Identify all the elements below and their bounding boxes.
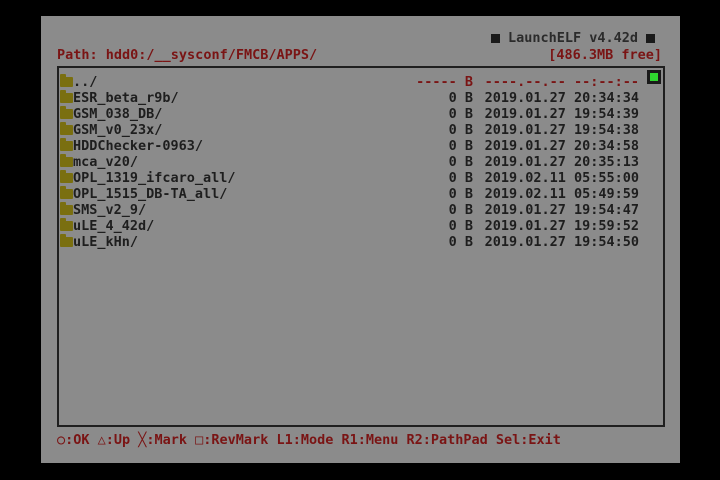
file-date: 2019.01.27 19:54:38 [484, 122, 639, 138]
scroll-indicator-dot [650, 73, 658, 81]
file-date: 2019.01.27 19:54:39 [484, 106, 639, 122]
folder-icon [60, 186, 73, 199]
file-date: 2019.02.11 05:49:59 [484, 186, 639, 202]
file-row[interactable]: OPL_1515_DB-TA_all/0 B 2019.02.11 05:49:5… [59, 186, 663, 202]
file-size: 0 B [448, 202, 473, 218]
file-row[interactable]: GSM_v0_23x/0 B 2019.01.27 19:54:38 [59, 122, 663, 138]
file-row[interactable]: GSM_038_DB/0 B 2019.01.27 19:54:39 [59, 106, 663, 122]
folder-icon [60, 202, 73, 215]
folder-icon [60, 234, 73, 247]
folder-icon [60, 218, 73, 231]
file-name: mca_v20/ [73, 154, 139, 170]
folder-icon [60, 106, 73, 119]
launchelf-screen: LaunchELF v4.42d Path: hdd0:/__sysconf/F… [41, 16, 680, 463]
file-name: OPL_1319_ifcaro_all/ [73, 170, 236, 186]
file-name: HDDChecker-0963/ [73, 138, 204, 154]
file-date: 2019.01.27 19:54:47 [484, 202, 639, 218]
title-right-square-icon [646, 33, 656, 43]
file-row[interactable]: HDDChecker-0963/0 B 2019.01.27 20:34:58 [59, 138, 663, 154]
file-name: ../ [73, 74, 98, 90]
file-name: OPL_1515_DB-TA_all/ [73, 186, 228, 202]
file-date: ----.--.-- --:--:-- [484, 74, 639, 90]
file-row[interactable]: SMS_v2_9/0 B 2019.01.27 19:54:47 [59, 202, 663, 218]
title-bar: LaunchELF v4.42d [491, 30, 656, 46]
file-size: 0 B [448, 90, 473, 106]
scroll-indicator [647, 70, 661, 84]
file-name: uLE_4_42d/ [73, 218, 155, 234]
parent-directory-row[interactable]: ../ ----- B ----.--.-- --:--:-- [59, 74, 663, 90]
folder-icon [60, 154, 73, 167]
file-date: 2019.01.27 20:35:13 [484, 154, 639, 170]
file-size: ----- B [416, 74, 473, 90]
file-row[interactable]: uLE_4_42d/0 B 2019.01.27 19:59:52 [59, 218, 663, 234]
file-size: 0 B [448, 106, 473, 122]
free-space: [486.3MB free] [548, 47, 662, 63]
file-row[interactable]: mca_v20/0 B 2019.01.27 20:35:13 [59, 154, 663, 170]
file-size: 0 B [448, 170, 473, 186]
file-name: GSM_v0_23x/ [73, 122, 163, 138]
file-size: 0 B [448, 234, 473, 250]
file-row[interactable]: uLE_kHn/0 B 2019.01.27 19:54:50 [59, 234, 663, 250]
folder-icon [60, 74, 73, 87]
file-name: SMS_v2_9/ [73, 202, 147, 218]
folder-icon [60, 138, 73, 151]
file-list[interactable]: ../----- B ----.--.-- --:--:-- ESR_beta_r9… [59, 74, 663, 250]
file-size: 0 B [448, 138, 473, 154]
folder-icon [60, 90, 73, 103]
file-date: 2019.01.27 20:34:34 [484, 90, 639, 106]
file-name: GSM_038_DB/ [73, 106, 163, 122]
file-size: 0 B [448, 218, 473, 234]
file-date: 2019.02.11 05:55:00 [484, 170, 639, 186]
file-size: 0 B [448, 186, 473, 202]
file-date: 2019.01.27 19:54:50 [484, 234, 639, 250]
app-title: LaunchELF v4.42d [508, 30, 639, 46]
folder-icon [60, 122, 73, 135]
folder-icon [60, 170, 73, 183]
path-value: hdd0:/__sysconf/FMCB/APPS/ [105, 47, 318, 63]
path-label: Path: [57, 47, 98, 63]
file-row[interactable]: OPL_1319_ifcaro_all/0 B 2019.02.11 05:55:… [59, 170, 663, 186]
path-display: Path: hdd0:/__sysconf/FMCB/APPS/ [57, 47, 317, 63]
title-left-square-icon [491, 33, 500, 43]
file-size: 0 B [448, 122, 473, 138]
file-row[interactable]: ESR_beta_r9b/0 B 2019.01.27 20:34:34 [59, 90, 663, 106]
file-name: uLE_kHn/ [73, 234, 139, 250]
file-size: 0 B [448, 154, 473, 170]
file-date: 2019.01.27 20:34:58 [484, 138, 639, 154]
file-name: ESR_beta_r9b/ [73, 90, 179, 106]
file-list-panel[interactable]: ../----- B ----.--.-- --:--:-- ESR_beta_r9… [57, 66, 665, 427]
controls-help-bar: ○:OK △:Up ╳:Mark □:RevMark L1:Mode R1:Me… [57, 432, 561, 448]
file-date: 2019.01.27 19:59:52 [484, 218, 639, 234]
